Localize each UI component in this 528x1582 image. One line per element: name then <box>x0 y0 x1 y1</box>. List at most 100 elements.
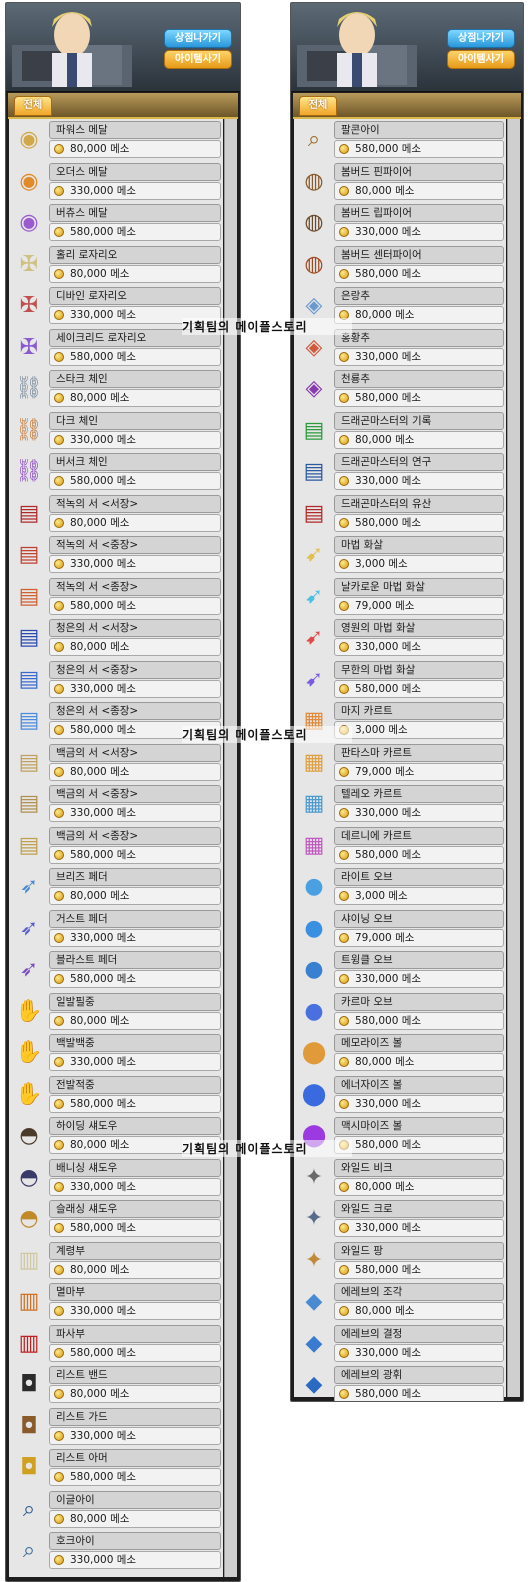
item-price: 330,000 메소 <box>334 804 504 822</box>
item-name: 와일드 비크 <box>334 1158 504 1177</box>
exit-shop-button[interactable]: 상점나가기 <box>164 29 232 48</box>
meso-coin-icon <box>54 476 64 486</box>
shop-item-row[interactable]: ⛓ 버서크 체인 580,000 메소 <box>9 451 223 493</box>
shop-item-row[interactable]: ▤ 청은의 서 <중장> 330,000 메소 <box>9 659 223 701</box>
item-price-text: 80,000 메소 <box>70 765 130 778</box>
shop-item-row[interactable]: ● 샤이닝 오브 79,000 메소 <box>294 908 506 950</box>
buy-item-button[interactable]: 아이템사기 <box>447 50 515 69</box>
shop-item-row[interactable]: ➹ 무한의 마법 화살 580,000 메소 <box>294 659 506 701</box>
scrollbar[interactable] <box>224 119 237 1577</box>
shop-item-row[interactable]: ◍ 봄버드 센터파이어 580,000 메소 <box>294 244 506 286</box>
shop-item-row[interactable]: ➹ 영원의 마법 화살 330,000 메소 <box>294 617 506 659</box>
shop-item-row[interactable]: ◓ 슬래싱 섀도우 580,000 메소 <box>9 1198 223 1240</box>
buy-item-button[interactable]: 아이템사기 <box>164 50 232 69</box>
card-icon: ▦ <box>303 832 325 858</box>
shop-item-row[interactable]: ● 라이트 오브 3,000 메소 <box>294 866 506 908</box>
shop-item-row[interactable]: ◍ 봄버드 핀파이어 80,000 메소 <box>294 161 506 203</box>
tab-bar: 전체 <box>8 93 238 119</box>
item-name: 카르마 오브 <box>334 992 504 1011</box>
meso-coin-icon <box>339 1223 349 1233</box>
shop-item-row[interactable]: ◉ 버츄스 메달 580,000 메소 <box>9 202 223 244</box>
shop-item-row[interactable]: ➶ 브리즈 페더 80,000 메소 <box>9 866 223 908</box>
item-price-text: 330,000 메소 <box>70 309 137 321</box>
shop-item-row[interactable]: ◆ 에레브의 광휘 580,000 메소 <box>294 1364 506 1401</box>
shop-item-row[interactable]: ▥ 계령부 80,000 메소 <box>9 1240 223 1282</box>
shop-item-row[interactable]: ◆ 에레브의 조각 80,000 메소 <box>294 1281 506 1323</box>
book-icon: ▤ <box>18 708 40 733</box>
meso-coin-icon <box>54 1223 64 1233</box>
shop-item-row[interactable]: ▤ 적녹의 서 <중장> 330,000 메소 <box>9 534 223 576</box>
shop-item-row[interactable]: ◘ 리스트 가드 330,000 메소 <box>9 1406 223 1448</box>
shop-item-row[interactable]: ➹ 마법 화살 3,000 메소 <box>294 534 506 576</box>
shop-item-row[interactable]: ✦ 와일드 비크 80,000 메소 <box>294 1157 506 1199</box>
jewel-icon: ◆ <box>305 1289 323 1314</box>
talisman-icon: ▥ <box>18 1330 40 1356</box>
item-price-text: 330,000 메소 <box>70 1554 137 1566</box>
shop-item-row[interactable]: ⛓ 다크 체인 330,000 메소 <box>9 410 223 452</box>
meso-coin-icon <box>339 1347 349 1358</box>
shop-item-row[interactable]: ◍ 봄버드 립파이어 330,000 메소 <box>294 202 506 244</box>
shop-item-row[interactable]: ⌕ 이글아이 80,000 메소 <box>9 1489 223 1531</box>
item-name: 백발백중 <box>49 1034 221 1052</box>
shop-item-row[interactable]: ⛓ 스타크 체인 80,000 메소 <box>9 368 223 410</box>
scrollbar[interactable] <box>507 119 520 1397</box>
item-price-text: 580,000 메소 <box>70 599 137 612</box>
shop-item-row[interactable]: ⬤ 에너자이즈 볼 330,000 메소 <box>294 1074 506 1116</box>
item-price: 580,000 메소 <box>334 140 504 158</box>
shop-item-row[interactable]: ◉ 파워스 메달 80,000 메소 <box>9 119 223 161</box>
shop-item-row[interactable]: ◆ 에레브의 결정 330,000 메소 <box>294 1323 506 1365</box>
item-name: 영원의 마법 화살 <box>334 619 504 637</box>
shop-item-row[interactable]: ✋ 백발백중 330,000 메소 <box>9 1032 223 1074</box>
meso-coin-icon <box>54 932 64 943</box>
item-price: 80,000 메소 <box>334 430 504 449</box>
shop-item-row[interactable]: ▤ 적녹의 서 <서장> 80,000 메소 <box>9 493 223 535</box>
shop-item-row[interactable]: ➶ 거스트 페더 330,000 메소 <box>9 908 223 950</box>
tab-all[interactable]: 전체 <box>299 96 337 116</box>
shop-item-row[interactable]: ▤ 드래곤마스터의 연구 330,000 메소 <box>294 451 506 493</box>
shop-item-row[interactable]: ⌕ 팔콘아이 580,000 메소 <box>294 119 506 161</box>
shop-item-row[interactable]: ▦ 텔레오 카르트 330,000 메소 <box>294 783 506 825</box>
shop-item-row[interactable]: ▤ 드래곤마스터의 기록 80,000 메소 <box>294 410 506 452</box>
shop-item-row[interactable]: ✋ 전발적중 580,000 메소 <box>9 1074 223 1116</box>
shop-item-row[interactable]: ◘ 리스트 아머 580,000 메소 <box>9 1447 223 1489</box>
orb-icon: ● <box>304 915 324 941</box>
item-price-text: 330,000 메소 <box>70 931 137 944</box>
shop-item-row[interactable]: ➹ 날카로운 마법 화살 79,000 메소 <box>294 576 506 618</box>
claw-icon: ✦ <box>304 1206 324 1231</box>
shop-item-row[interactable]: ▤ 백금의 서 <중장> 330,000 메소 <box>9 783 223 825</box>
shop-item-row[interactable]: ⬤ 메모라이즈 볼 80,000 메소 <box>294 1032 506 1074</box>
book-icon: ▤ <box>18 542 40 567</box>
meso-coin-icon <box>54 1389 64 1399</box>
shop-item-row[interactable]: ◘ 리스트 밴드 80,000 메소 <box>9 1364 223 1406</box>
shop-item-row[interactable]: ● 트윙클 오브 330,000 메소 <box>294 949 506 991</box>
shop-item-row[interactable]: ▤ 백금의 서 <서장> 80,000 메소 <box>9 742 223 784</box>
shop-item-row[interactable]: ✋ 일발필중 80,000 메소 <box>9 991 223 1033</box>
shop-item-row[interactable]: ▤ 적녹의 서 <종장> 580,000 메소 <box>9 576 223 618</box>
shop-item-row[interactable]: ⌕ 호크아이 330,000 메소 <box>9 1530 223 1572</box>
tab-all[interactable]: 전체 <box>14 96 52 116</box>
meso-coin-icon <box>54 808 64 818</box>
shop-item-row[interactable]: ▤ 청은의 서 <서장> 80,000 메소 <box>9 617 223 659</box>
shop-item-row[interactable]: ▤ 드래곤마스터의 유산 580,000 메소 <box>294 493 506 535</box>
meso-coin-icon <box>339 559 349 569</box>
shop-item-row[interactable]: ● 카르마 오브 580,000 메소 <box>294 991 506 1033</box>
shop-item-row[interactable]: ▤ 백금의 서 <종장> 580,000 메소 <box>9 825 223 867</box>
shop-item-row[interactable]: ✦ 와일드 크로 330,000 메소 <box>294 1198 506 1240</box>
shop-item-row[interactable]: ◉ 오더스 메달 330,000 메소 <box>9 161 223 203</box>
item-price: 580,000 메소 <box>49 1219 221 1237</box>
shop-item-row[interactable]: ▦ 데르니에 카르트 580,000 메소 <box>294 825 506 867</box>
shop-item-row[interactable]: ✦ 와일드 팡 580,000 메소 <box>294 1240 506 1282</box>
shop-item-row[interactable]: ➶ 블라스트 페더 580,000 메소 <box>9 949 223 991</box>
shop-item-row[interactable]: ✠ 홀리 로자리오 80,000 메소 <box>9 244 223 286</box>
shop-item-row[interactable]: ◓ 배니싱 섀도우 330,000 메소 <box>9 1157 223 1199</box>
item-price-text: 330,000 메소 <box>355 1222 422 1234</box>
wristband-icon: ◘ <box>20 1455 38 1480</box>
meso-coin-icon <box>54 1098 64 1109</box>
exit-shop-button[interactable]: 상점나가기 <box>447 29 515 48</box>
shop-item-row[interactable]: ▦ 판타스마 카르트 79,000 메소 <box>294 742 506 784</box>
item-name: 적녹의 서 <종장> <box>49 577 221 596</box>
shop-item-row[interactable]: ▥ 파사부 580,000 메소 <box>9 1323 223 1365</box>
item-name: 에너자이즈 볼 <box>334 1075 504 1094</box>
shop-item-row[interactable]: ◈ 천룡추 580,000 메소 <box>294 368 506 410</box>
shop-item-row[interactable]: ▥ 멸마부 330,000 메소 <box>9 1281 223 1323</box>
